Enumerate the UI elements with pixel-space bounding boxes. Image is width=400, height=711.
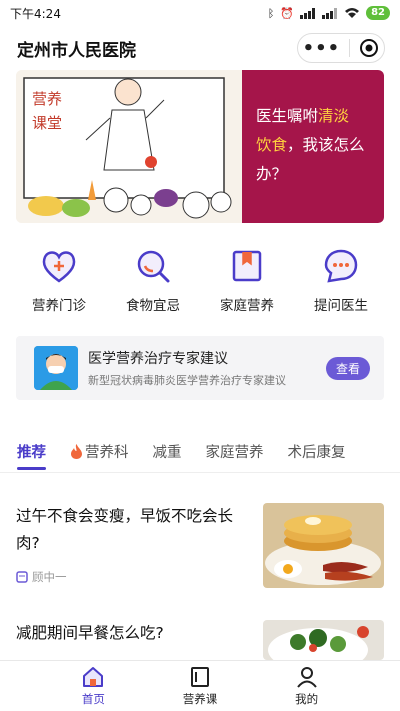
tabbar-label: 营养课 <box>182 692 218 706</box>
banner-text-2: ，我该怎么 <box>287 136 365 154</box>
salad-image <box>263 620 384 660</box>
tab-postop-recovery[interactable]: 术后康复 <box>288 441 346 462</box>
bottom-tab-bar: 首页 营养课 我的 <box>0 660 400 711</box>
more-icon[interactable]: ••• <box>303 38 341 59</box>
article-text: 过午不食会变瘦，早饭不吃会长肉? 顾中一 <box>16 503 256 588</box>
doctor-avatar <box>34 346 78 390</box>
banner-text-1: 医生嘱咐 <box>256 107 319 125</box>
tab-label: 营养科 <box>85 444 129 461</box>
signal-icon <box>300 7 316 19</box>
quick-label: 家庭营养 <box>220 298 274 314</box>
quick-ask-doctor[interactable]: 提问医生 <box>299 246 384 314</box>
quick-food-guide[interactable]: 食物宜忌 <box>111 246 196 314</box>
sign-line-1: 营养 <box>32 90 62 108</box>
article-thumbnail <box>263 503 384 588</box>
tabbar-label: 我的 <box>295 692 319 706</box>
status-bar: 下午4:24 ᛒ ⏰ 82 <box>0 0 400 26</box>
banner-caption: 医生嘱咐清淡 饮食，我该怎么 办？ <box>242 70 384 223</box>
user-icon <box>296 667 317 688</box>
bookmark-icon <box>232 250 262 282</box>
article-title: 减肥期间早餐怎么吃? <box>16 624 164 642</box>
capsule-divider <box>349 39 351 57</box>
book-icon <box>190 667 209 687</box>
notice-title: 医学营养治疗专家建议 <box>88 351 228 367</box>
article-text: 减肥期间早餐怎么吃? <box>16 620 256 660</box>
quick-label: 营养门诊 <box>32 298 86 314</box>
chat-bubble-icon <box>324 249 358 283</box>
alarm-icon: ⏰ <box>280 6 295 20</box>
mini-program-capsule: ••• <box>297 33 385 63</box>
tabbar-label: 首页 <box>81 692 105 706</box>
doctor-mask-icon <box>34 346 78 390</box>
author-name: 顾中一 <box>32 570 67 584</box>
quick-label: 提问医生 <box>314 298 368 314</box>
quick-family-nutrition[interactable]: 家庭营养 <box>205 246 290 314</box>
tabbar-nutrition-class[interactable]: 营养课 <box>165 661 235 711</box>
quick-actions: 营养门诊 食物宜忌 家庭营养 提问医生 <box>0 246 400 314</box>
flame-icon <box>71 443 82 459</box>
signal-icon-2 <box>322 7 338 19</box>
article-item[interactable]: 减肥期间早餐怎么吃? <box>16 620 384 660</box>
notice-subtitle: 新型冠状病毒肺炎医学营养治疗专家建议 <box>88 374 286 387</box>
sign-line-2: 课堂 <box>32 114 62 132</box>
status-icons: ᛒ ⏰ 82 <box>268 6 390 20</box>
quick-nutrition-clinic[interactable]: 营养门诊 <box>17 246 102 314</box>
bluetooth-icon: ᛒ <box>267 6 275 20</box>
view-button[interactable]: 查看 <box>325 356 370 380</box>
classroom-illustration: 营养 课堂 <box>16 70 242 223</box>
tab-weight-loss[interactable]: 减重 <box>153 441 182 462</box>
banner-highlight-2: 饮食 <box>256 136 288 154</box>
promo-banner[interactable]: 营养 课堂 医生嘱咐清淡 饮食，我该怎么 办？ <box>16 70 384 223</box>
title-bar: 定州市人民医院 ••• <box>0 26 400 70</box>
home-icon <box>83 667 104 687</box>
category-tabs: 推荐 营养科 减重 家庭营养 术后康复 <box>0 436 400 470</box>
author-icon <box>16 571 28 583</box>
banner-illustration: 营养 课堂 <box>16 70 242 223</box>
banner-highlight-1: 清淡 <box>318 107 350 125</box>
article-item[interactable]: 过午不食会变瘦，早饭不吃会长肉? 顾中一 <box>16 503 384 588</box>
close-circle-icon[interactable] <box>359 38 379 58</box>
banner-text-3: 办？ <box>256 165 288 183</box>
notice-body: 医学营养治疗专家建议 新型冠状病毒肺炎医学营养治疗专家建议 <box>88 348 326 388</box>
pancake-breakfast-image <box>263 503 384 588</box>
article-title: 过午不食会变瘦，早饭不吃会长肉? <box>16 507 234 552</box>
article-author: 顾中一 <box>16 569 256 585</box>
tabbar-profile[interactable]: 我的 <box>272 661 342 711</box>
status-time: 下午4:24 <box>10 6 61 21</box>
wifi-icon <box>345 8 360 18</box>
magnifier-icon <box>137 250 170 283</box>
battery-indicator: 82 <box>366 6 390 20</box>
article-thumbnail <box>263 620 384 660</box>
tabbar-home[interactable]: 首页 <box>58 661 128 711</box>
notice-card[interactable]: 医学营养治疗专家建议 新型冠状病毒肺炎医学营养治疗专家建议 查看 <box>16 336 384 400</box>
tab-family-nutrition[interactable]: 家庭营养 <box>206 441 264 462</box>
tab-nutrition-dept[interactable]: 营养科 <box>70 441 129 462</box>
quick-label: 食物宜忌 <box>126 298 180 314</box>
tabs-divider <box>0 472 400 473</box>
heart-plus-icon <box>42 251 76 283</box>
page-title: 定州市人民医院 <box>17 40 136 61</box>
tab-recommend[interactable]: 推荐 <box>17 441 46 470</box>
